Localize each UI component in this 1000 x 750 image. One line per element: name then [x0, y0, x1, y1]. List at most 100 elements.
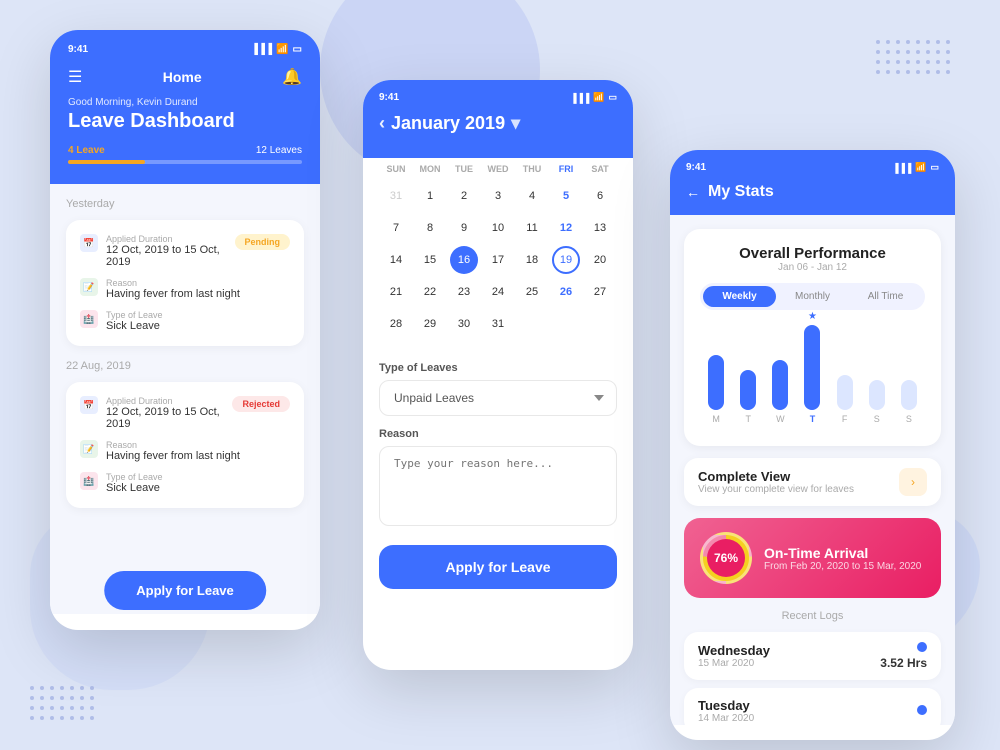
log-row-wednesday: Wednesday 15 Mar 2020 3.52 Hrs [684, 632, 941, 680]
phone3-my-stats: 9:41 ▐▐▐ 📶 ▭ ← My Stats Overall Performa… [670, 150, 955, 740]
bar-T1: T [740, 370, 756, 424]
cal-cell-2[interactable]: 2 [450, 182, 478, 210]
cal-cell-11[interactable]: 11 [518, 214, 546, 242]
reason-icon-2: 📝 [80, 440, 98, 458]
log-right-1: 3.52 Hrs [880, 642, 927, 670]
cal-cell-20[interactable]: 20 [586, 246, 614, 274]
cal-cell-21[interactable]: 21 [382, 278, 410, 306]
cal-cell-17[interactable]: 17 [484, 246, 512, 274]
phone3-body: Overall Performance Jan 06 - Jan 12 Week… [670, 215, 955, 725]
reason-label: Reason [379, 428, 617, 440]
leave-card-2-duration-row: 📅 Applied Duration 12 Oct, 2019 to 15 Oc… [80, 396, 290, 430]
performance-chart: M T W T [700, 324, 925, 424]
phone2-calendar: 9:41 ▐▐▐ 📶 ▭ ‹ January 2019 ▾ SUN MON TU… [363, 80, 633, 670]
p2-battery-icon: ▭ [608, 92, 617, 103]
cal-cell-18[interactable]: 18 [518, 246, 546, 274]
day-header-sun: SUN [379, 158, 413, 180]
prev-month-button[interactable]: ‹ [379, 113, 385, 134]
tab-alltime[interactable]: All Time [849, 286, 922, 307]
leave-card-2-reason-row: 📝 Reason Having fever from last night [80, 440, 290, 462]
complete-view-text: Complete View View your complete view fo… [698, 469, 854, 495]
cal-cell-3[interactable]: 3 [484, 182, 512, 210]
reason-label-2: Reason [106, 440, 240, 450]
bar-S1: S [869, 380, 885, 424]
cal-cell-8[interactable]: 8 [416, 214, 444, 242]
arrival-title: On-Time Arrival [764, 545, 921, 561]
cal-cell-12[interactable]: 12 [552, 214, 580, 242]
phone1-title: Leave Dashboard [68, 110, 302, 133]
tab-weekly[interactable]: Weekly [703, 286, 776, 307]
bar-M: M [708, 355, 724, 424]
type-label-2: Type of Leave [106, 472, 163, 482]
type-icon-2: 🏥 [80, 472, 98, 490]
cal-cell-empty1 [518, 310, 546, 338]
arrival-card: 76% On-Time Arrival From Feb 20, 2020 to… [684, 518, 941, 598]
day-header-sat: SAT [583, 158, 617, 180]
phone3-header: 9:41 ▐▐▐ 📶 ▭ ← My Stats [670, 150, 955, 215]
bar-T1-label: T [745, 414, 751, 424]
cal-cell-31b[interactable]: 31 [484, 310, 512, 338]
type-value-2: Sick Leave [106, 482, 163, 494]
leave-count: 4 Leave [68, 145, 105, 156]
reason-textarea[interactable] [379, 446, 617, 526]
bar-S2-fill [901, 380, 917, 410]
phone3-nav: ← My Stats [686, 183, 939, 201]
bar-T2-label: T [810, 414, 816, 424]
type-value-1: Sick Leave [106, 320, 163, 332]
status-time: 9:41 [68, 44, 88, 55]
leave-card-2: 📅 Applied Duration 12 Oct, 2019 to 15 Oc… [66, 382, 304, 508]
cal-cell-16-today[interactable]: 16 [450, 246, 478, 274]
cal-cell-4[interactable]: 4 [518, 182, 546, 210]
cal-cell-1[interactable]: 1 [416, 182, 444, 210]
cal-cell-31[interactable]: 31 [382, 182, 410, 210]
cal-cell-14[interactable]: 14 [382, 246, 410, 274]
cal-cell-6[interactable]: 6 [586, 182, 614, 210]
log-left: Wednesday 15 Mar 2020 [698, 643, 770, 669]
perf-tabs: Weekly Monthly All Time [700, 283, 925, 310]
cal-cell-10[interactable]: 10 [484, 214, 512, 242]
apply-leave-button-2[interactable]: Apply for Leave [379, 545, 617, 589]
phone2-status-bar: 9:41 ▐▐▐ 📶 ▭ [379, 92, 617, 103]
leave-type-select[interactable]: Unpaid Leaves [379, 380, 617, 416]
cal-cell-29[interactable]: 29 [416, 310, 444, 338]
log-date-2: 14 Mar 2020 [698, 713, 754, 724]
cal-cell-13[interactable]: 13 [586, 214, 614, 242]
phone3-status-bar: 9:41 ▐▐▐ 📶 ▭ [686, 162, 939, 173]
log-date-1: 15 Mar 2020 [698, 658, 770, 669]
cal-cell-27[interactable]: 27 [586, 278, 614, 306]
arrival-pct: 76% [707, 539, 745, 577]
bar-S1-fill [869, 380, 885, 410]
duration-label-2: Applied Duration [106, 396, 232, 406]
section1-label: Yesterday [66, 198, 304, 210]
cal-cell-19-highlighted[interactable]: 19 [552, 246, 580, 274]
cal-cell-23[interactable]: 23 [450, 278, 478, 306]
complete-view-arrow-icon[interactable]: › [899, 468, 927, 496]
p3-status-time: 9:41 [686, 162, 706, 173]
day-header-tue: TUE [447, 158, 481, 180]
complete-view-row[interactable]: Complete View View your complete view fo… [684, 458, 941, 506]
signal-icon: ▐▐▐ [251, 44, 272, 55]
apply-leave-button-1[interactable]: Apply for Leave [104, 571, 266, 610]
home-label: Home [163, 69, 202, 85]
cal-cell-15[interactable]: 15 [416, 246, 444, 274]
cal-cell-5[interactable]: 5 [552, 182, 580, 210]
cal-cell-24[interactable]: 24 [484, 278, 512, 306]
back-arrow-icon[interactable]: ← [686, 184, 700, 200]
cal-cell-25[interactable]: 25 [518, 278, 546, 306]
cal-cell-30[interactable]: 30 [450, 310, 478, 338]
day-header-wed: WED [481, 158, 515, 180]
day-header-thu: THU [515, 158, 549, 180]
cal-cell-22[interactable]: 22 [416, 278, 444, 306]
phone2-month-nav: ‹ January 2019 ▾ [379, 113, 617, 134]
notification-icon[interactable]: 🔔 [282, 67, 302, 87]
menu-icon[interactable]: ☰ [68, 67, 82, 87]
cal-cell-9[interactable]: 9 [450, 214, 478, 242]
month-dropdown-icon[interactable]: ▾ [511, 113, 520, 134]
cal-cell-28[interactable]: 28 [382, 310, 410, 338]
battery-icon: ▭ [293, 44, 302, 55]
duration-value-2: 12 Oct, 2019 to 15 Oct, 2019 [106, 406, 232, 430]
cal-cell-26[interactable]: 26 [552, 278, 580, 306]
tab-monthly[interactable]: Monthly [776, 286, 849, 307]
phone2-header: 9:41 ▐▐▐ 📶 ▭ ‹ January 2019 ▾ [363, 80, 633, 158]
cal-cell-7[interactable]: 7 [382, 214, 410, 242]
